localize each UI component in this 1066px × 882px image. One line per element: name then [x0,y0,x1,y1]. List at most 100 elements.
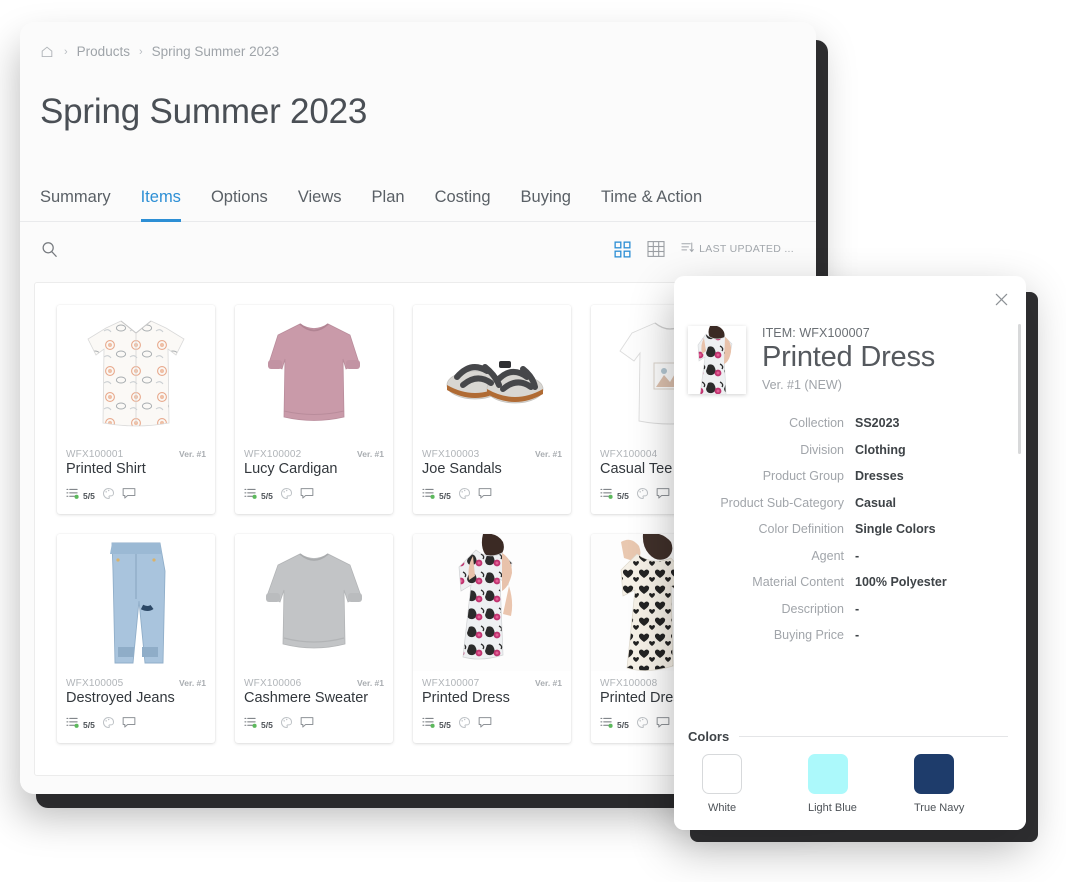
item-version: Ver. #1 [535,678,562,689]
item-sku: WFX100003 [422,449,480,461]
breadcrumb-item-products[interactable]: Products [77,44,130,59]
item-image-sandals [413,305,571,443]
attribute-label: Division [800,442,844,457]
comment-icon[interactable] [300,716,314,734]
attribute-value: - [855,548,860,563]
options-list-icon[interactable] [244,487,257,505]
breadcrumb-separator-1: › [64,45,68,58]
item-image-printed-shirt [57,305,215,443]
attribute-row-product-sub-category: Product Sub-Category Casual [674,496,1026,510]
table-view-icon[interactable] [647,240,665,258]
item-card[interactable]: WFX100002 Ver. #1 Lucy Cardigan 5/5 [235,305,393,515]
detail-item-version: Ver. #1 (NEW) [762,378,842,393]
palette-icon[interactable] [102,716,115,734]
attribute-label: Product Group [762,469,844,483]
options-list-icon[interactable] [66,716,79,734]
attribute-row-description: Description - [674,602,1026,616]
palette-icon[interactable] [280,487,293,505]
options-list-icon[interactable] [600,716,613,734]
sort-label: LAST UPDATED ... [699,243,794,256]
attribute-label: Agent [811,548,844,563]
palette-icon[interactable] [636,487,649,505]
attribute-label: Material Content [752,575,844,589]
options-list-icon[interactable] [244,716,257,734]
swatch-label: True Navy [914,802,965,814]
tab-plan[interactable]: Plan [372,188,405,221]
search-icon[interactable] [40,240,59,259]
detail-attributes: Collection SS2023 Division Clothing Prod… [674,394,1026,642]
item-sku: WFX100002 [244,449,302,461]
page-title: Spring Summer 2023 [40,92,368,132]
divider [739,736,1008,737]
tab-summary[interactable]: Summary [40,188,111,221]
app-screenshot: › Products › Spring Summer 2023 Spring S… [0,0,1066,882]
options-list-icon[interactable] [600,487,613,505]
item-card-footer: 5/5 [235,706,393,743]
item-card[interactable]: WFX100006 Ver. #1 Cashmere Sweater 5/5 [235,534,393,744]
attribute-label: Product Sub-Category [720,495,844,510]
attribute-value: Single Colors [855,522,936,536]
attribute-value: SS2023 [855,416,900,430]
comment-icon[interactable] [656,487,670,505]
options-list-icon[interactable] [422,487,435,505]
tab-options[interactable]: Options [211,188,268,221]
tab-views[interactable]: Views [298,188,342,221]
item-name: Joe Sandals [422,461,502,478]
item-version: Ver. #1 [357,678,384,689]
item-sku: WFX100005 [66,678,124,690]
item-name: Cashmere Sweater [244,690,369,707]
detail-item-name: Printed Dress [762,341,936,373]
item-sku: WFX100001 [66,449,124,461]
close-icon[interactable] [990,288,1012,310]
item-card[interactable]: WFX100007 Ver. #1 Printed Dress 5/5 [413,534,571,744]
comment-icon[interactable] [300,487,314,505]
palette-icon[interactable] [102,487,115,505]
item-completion-ratio: 5/5 [261,491,273,502]
item-card[interactable]: WFX100003 Ver. #1 Joe Sandals 5/5 [413,305,571,515]
swatch-chip[interactable] [808,754,848,794]
comment-icon[interactable] [478,487,492,505]
comment-icon[interactable] [122,487,136,505]
color-swatch-white[interactable]: White [702,754,742,814]
comment-icon[interactable] [656,716,670,734]
palette-icon[interactable] [280,716,293,734]
detail-thumbnail[interactable] [688,326,746,394]
attribute-label: Description [781,601,844,616]
grid-view-icon[interactable] [614,241,631,258]
comment-icon[interactable] [122,716,136,734]
tab-time-and-action[interactable]: Time & Action [601,188,702,221]
color-swatch-light-blue[interactable]: Light Blue [808,754,857,814]
comment-icon[interactable] [478,716,492,734]
detail-panel-scrollbar[interactable] [1018,324,1021,454]
item-sku: WFX100008 [600,678,658,690]
item-version: Ver. #1 [179,449,206,460]
item-completion-ratio: 5/5 [83,491,95,502]
palette-icon[interactable] [458,716,471,734]
breadcrumb-item-season[interactable]: Spring Summer 2023 [152,44,280,59]
item-card-footer: 5/5 [413,477,571,514]
item-completion-ratio: 5/5 [439,491,451,502]
swatch-chip[interactable] [702,754,742,794]
item-name: Lucy Cardigan [244,461,338,478]
options-list-icon[interactable] [66,487,79,505]
sort-control[interactable]: LAST UPDATED ... [681,241,794,257]
item-completion-ratio: 5/5 [617,491,629,502]
color-swatch-true-navy[interactable]: True Navy [914,754,965,814]
options-list-icon[interactable] [422,716,435,734]
palette-icon[interactable] [636,716,649,734]
attribute-row-collection: Collection SS2023 [674,416,1026,430]
swatch-chip[interactable] [914,754,954,794]
attribute-row-agent: Agent - [674,549,1026,563]
palette-icon[interactable] [458,487,471,505]
attribute-value: Casual [855,495,896,510]
item-version: Ver. #1 [179,678,206,689]
tab-costing[interactable]: Costing [435,188,491,221]
items-toolbar: LAST UPDATED ... [20,222,816,277]
item-card[interactable]: WFX100001 Ver. #1 Printed Shirt 5/5 [57,305,215,515]
item-card[interactable]: WFX100005 Ver. #1 Destroyed Jeans 5/5 [57,534,215,744]
tab-items[interactable]: Items [140,188,182,223]
item-card-footer: 5/5 [235,477,393,514]
home-icon[interactable] [40,45,54,59]
attribute-row-buying-price: Buying Price - [674,628,1026,642]
tab-buying[interactable]: Buying [521,188,571,221]
